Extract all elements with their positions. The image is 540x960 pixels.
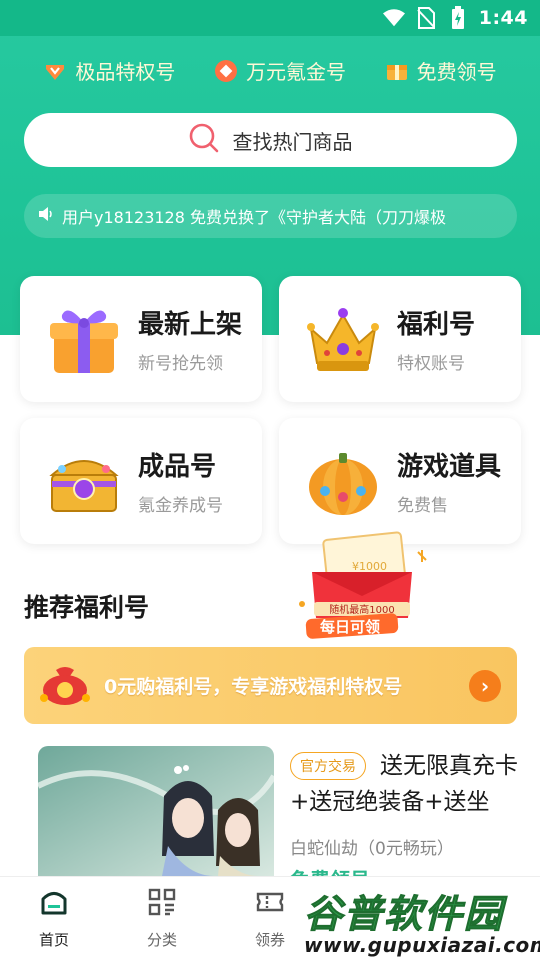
gift-icon — [50, 310, 118, 373]
nav-label: 分类 — [146, 931, 177, 949]
top-link-label: 免费领号 — [416, 60, 497, 84]
card-subtitle: 新号抢先领 — [138, 354, 223, 374]
treasure-chest-icon — [49, 460, 119, 512]
daily-redpacket-button[interactable]: ¥1000 随机最高1000 每日可领 — [292, 522, 432, 640]
watermark-brand: 谷普软件园 — [303, 892, 505, 937]
site-watermark: 谷普软件园 www.gupuxiazai.com — [296, 883, 540, 960]
daily-claim-text: 每日可领 — [320, 618, 380, 636]
nav-label: 首页 — [38, 931, 69, 949]
top-links: 极品特权号 万元氪金号 免费领号 — [0, 56, 540, 85]
card-subtitle: 特权账号 — [397, 354, 465, 374]
card-subtitle: 免费售 — [397, 496, 448, 516]
diamond-coin-icon — [214, 59, 238, 83]
battery-charging-icon — [447, 6, 469, 29]
pumpkin-icon — [309, 453, 377, 515]
top-link-free[interactable]: 免费领号 — [385, 56, 497, 85]
top-link-label: 极品特权号 — [75, 60, 176, 84]
grid-icon — [147, 887, 177, 921]
status-time: 1:44 — [478, 7, 528, 29]
watermark-url: www.gupuxiazai.com — [304, 933, 540, 957]
nav-category[interactable]: 分类 — [108, 877, 216, 960]
card-title: 福利号 — [397, 310, 476, 340]
heart-badge-icon — [43, 59, 67, 83]
money-bag-icon — [38, 662, 92, 710]
section-title: 推荐福利号 — [24, 593, 150, 622]
ticket-amount: ¥1000 — [352, 560, 387, 573]
search-icon — [189, 123, 219, 158]
ticket-icon — [255, 887, 285, 921]
wifi-icon — [382, 7, 405, 29]
product-thumbnail — [38, 746, 274, 876]
gift-box-icon — [385, 59, 409, 83]
search-input[interactable]: 查找热门商品 — [24, 113, 517, 167]
card-title: 成品号 — [138, 452, 217, 482]
top-link-krypton[interactable]: 万元氪金号 — [214, 56, 346, 85]
product-game-name: 白蛇仙劫（0元畅玩） — [290, 839, 454, 859]
zero-yuan-banner[interactable]: 0元购福利号，专享游戏福利特权号 › — [24, 647, 517, 724]
speaker-icon — [38, 206, 54, 226]
nav-label: 领券 — [254, 931, 285, 949]
crown-icon — [307, 308, 379, 371]
status-bar: 1:44 — [0, 0, 540, 36]
official-trade-badge: 官方交易 — [290, 752, 366, 780]
home-icon — [39, 887, 69, 921]
notice-bar[interactable]: 用户y18123128 免费兑换了《守护者大陆（刀刀爆极 — [24, 194, 517, 238]
top-link-premium[interactable]: 极品特权号 — [43, 56, 175, 85]
top-link-label: 万元氪金号 — [245, 60, 346, 84]
category-card-finished[interactable]: 成品号 氪金养成号 — [20, 418, 262, 544]
banner-text: 0元购福利号，专享游戏福利特权号 — [104, 676, 403, 698]
card-title: 最新上架 — [138, 310, 243, 340]
notice-text: 用户y18123128 免费兑换了《守护者大陆（刀刀爆极 — [62, 208, 446, 227]
no-sim-icon — [415, 7, 437, 29]
nav-home[interactable]: 首页 — [0, 877, 108, 960]
chevron-right-icon[interactable]: › — [469, 669, 501, 702]
card-title: 游戏道具 — [397, 452, 502, 482]
card-subtitle: 氪金养成号 — [138, 496, 223, 516]
product-card[interactable]: 送无限真充卡+送冠绝装备+送坐 官方交易 白蛇仙劫（0元畅玩） 免费领号 — [38, 746, 518, 892]
category-card-new[interactable]: 最新上架 新号抢先领 — [20, 276, 262, 402]
category-card-welfare[interactable]: 福利号 特权账号 — [279, 276, 521, 402]
search-placeholder: 查找热门商品 — [232, 129, 353, 154]
